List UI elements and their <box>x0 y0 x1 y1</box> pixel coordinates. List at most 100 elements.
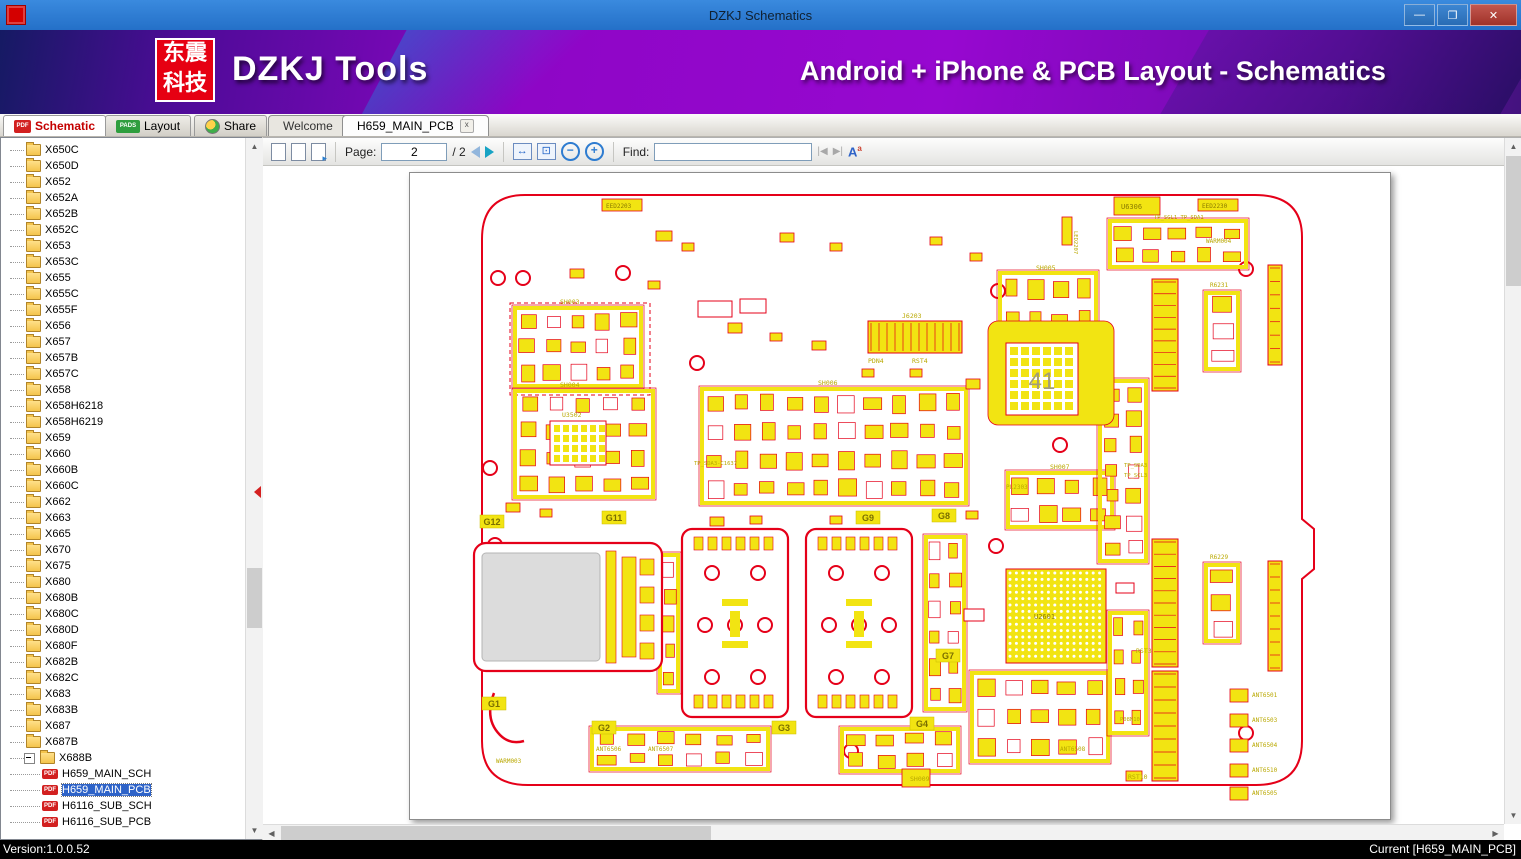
tree-item-x658h6219[interactable]: X658H6219 <box>2 414 246 430</box>
tree-scroll-down-icon[interactable]: ▼ <box>246 822 263 839</box>
tree-item-x657c[interactable]: X657C <box>2 366 246 382</box>
document-area[interactable]: 41 G12 G11 G9 G8 G7 G1 G2 G3 G4 SH003 SH004 SH006 SH0… <box>263 166 1504 824</box>
tree-item-x652a[interactable]: X652A <box>2 190 246 206</box>
tree-item-x653[interactable]: X653 <box>2 238 246 254</box>
tree-item-label: X652 <box>45 176 71 188</box>
fit-width-icon[interactable]: ↔ <box>512 143 532 160</box>
tree-item-x670[interactable]: X670 <box>2 542 246 558</box>
tree-item-x657b[interactable]: X657B <box>2 350 246 366</box>
tree-item-x658h6218[interactable]: X658H6218 <box>2 398 246 414</box>
tree-item-x660c[interactable]: X660C <box>2 478 246 494</box>
tree-item-x680[interactable]: X680 <box>2 574 246 590</box>
tree-item-x680f[interactable]: X680F <box>2 638 246 654</box>
tree-item-x655c[interactable]: X655C <box>2 286 246 302</box>
tree-item-x683[interactable]: X683 <box>2 686 246 702</box>
svg-text:ANT6505: ANT6505 <box>1252 790 1278 797</box>
folder-icon <box>26 478 41 492</box>
svg-text:LED2207: LED2207 <box>1072 231 1078 254</box>
tree-item-x656[interactable]: X656 <box>2 318 246 334</box>
tree-item-x688b[interactable]: X688B <box>2 750 246 766</box>
minimize-button[interactable]: — <box>1404 4 1435 26</box>
tree-item-x665[interactable]: X665 <box>2 526 246 542</box>
tree-item-x680c[interactable]: X680C <box>2 606 246 622</box>
tree-item-x683b[interactable]: X683B <box>2 702 246 718</box>
tree-item-x658[interactable]: X658 <box>2 382 246 398</box>
tree-item-x682b[interactable]: X682B <box>2 654 246 670</box>
tree-guide <box>10 293 24 295</box>
tree-item-x650d[interactable]: X650D <box>2 158 246 174</box>
svg-text:PL2303: PL2303 <box>1006 484 1028 491</box>
viewer-vscroll-thumb[interactable] <box>1506 156 1521 286</box>
find-input[interactable] <box>654 142 813 161</box>
collapse-box-icon[interactable] <box>24 752 35 764</box>
folder-icon <box>26 270 41 284</box>
tree-item-h6116_sub_sch[interactable]: PDF H6116_SUB_SCH <box>2 798 246 814</box>
folder-icon <box>26 142 41 156</box>
tab-layout[interactable]: PADS Layout <box>105 115 192 136</box>
zoom-in-icon[interactable]: + <box>584 142 604 161</box>
tree-guide <box>10 165 24 167</box>
tree-item-x680b[interactable]: X680B <box>2 590 246 606</box>
find-next-icon[interactable]: ▶| <box>833 146 843 157</box>
file-tree: X650C X650D X652 X652A X652B X652C X653 X653C X6… <box>2 139 246 841</box>
svg-text:P08N10: P08N10 <box>1120 717 1140 723</box>
tree-item-x660[interactable]: X660 <box>2 446 246 462</box>
brand-logo-line1: 东震 <box>162 40 207 65</box>
doc-tab-welcome[interactable]: Welcome <box>268 115 348 136</box>
tree-item-x680d[interactable]: X680D <box>2 622 246 638</box>
viewer-hscroll-thumb[interactable] <box>281 826 711 841</box>
tree-item-x687[interactable]: X687 <box>2 718 246 734</box>
folder-icon <box>26 638 41 652</box>
tree-item-x653c[interactable]: X653C <box>2 254 246 270</box>
tree-item-x652b[interactable]: X652B <box>2 206 246 222</box>
text-size-icon[interactable]: Aa <box>848 144 862 159</box>
tree-item-h659_main_pcb[interactable]: PDF H659_MAIN_PCB <box>2 782 246 798</box>
tree-item-x655[interactable]: X655 <box>2 270 246 286</box>
tree-item-h659_main_sch[interactable]: PDF H659_MAIN_SCH <box>2 766 246 782</box>
tree-item-x675[interactable]: X675 <box>2 558 246 574</box>
tree-item-h6116_sub_pcb[interactable]: PDF H6116_SUB_PCB <box>2 814 246 830</box>
doc-tab-h659-main-pcb[interactable]: H659_MAIN_PCB x <box>342 115 489 136</box>
maximize-button[interactable]: ❐ <box>1437 4 1468 26</box>
continuous-page-icon[interactable] <box>311 142 327 164</box>
tab-share[interactable]: Share <box>194 115 268 136</box>
close-button[interactable]: ✕ <box>1470 4 1517 26</box>
previous-page-icon[interactable] <box>470 145 480 158</box>
tab-schematic[interactable]: PDF Schematic <box>3 115 107 136</box>
svg-text:U2601: U2601 <box>1034 613 1055 621</box>
tree-item-x662[interactable]: X662 <box>2 494 246 510</box>
tree-guide <box>10 261 24 263</box>
svg-text:SH006: SH006 <box>818 379 838 387</box>
tree-guide <box>10 373 24 375</box>
facing-pages-icon[interactable] <box>291 140 310 161</box>
fit-page-icon[interactable]: ⊡ <box>536 143 556 160</box>
tree-item-x650c[interactable]: X650C <box>2 142 246 158</box>
zoom-out-icon[interactable]: − <box>560 142 580 161</box>
viewer-vscrollbar[interactable]: ▲ ▼ <box>1504 138 1521 824</box>
page-input[interactable] <box>381 142 448 161</box>
tree-item-label: X652C <box>45 224 79 236</box>
tree-item-x659[interactable]: X659 <box>2 430 246 446</box>
next-page-icon[interactable] <box>484 145 494 158</box>
doc-tab-close-icon[interactable]: x <box>459 119 474 133</box>
tree-item-x663[interactable]: X663 <box>2 510 246 526</box>
svg-text:RST3: RST3 <box>1136 647 1152 655</box>
svg-text:R6231: R6231 <box>1210 282 1228 289</box>
tree-item-x652c[interactable]: X652C <box>2 222 246 238</box>
tree-item-x655f[interactable]: X655F <box>2 302 246 318</box>
tree-item-x657[interactable]: X657 <box>2 334 246 350</box>
splitter-collapse-arrow[interactable] <box>254 486 261 498</box>
tree-item-x652[interactable]: X652 <box>2 174 246 190</box>
tree-scroll-up-icon[interactable]: ▲ <box>246 138 263 155</box>
viewer-scroll-down-icon[interactable]: ▼ <box>1505 807 1521 824</box>
tree-item-x682c[interactable]: X682C <box>2 670 246 686</box>
single-page-icon[interactable] <box>271 142 286 161</box>
tree-item-label: X680B <box>45 592 79 604</box>
tree-item-x660b[interactable]: X660B <box>2 462 246 478</box>
find-previous-icon[interactable]: |◀ <box>817 146 827 157</box>
viewer-scroll-up-icon[interactable]: ▲ <box>1505 138 1521 155</box>
folder-icon <box>26 334 41 348</box>
viewer-panel: Page: / 2 ↔ ⊡ − + Find: |◀ ▶| Aa 41 G12 G1… <box>263 137 1521 842</box>
tree-item-x687b[interactable]: X687B <box>2 734 246 750</box>
tree-scroll-thumb[interactable] <box>247 568 262 628</box>
